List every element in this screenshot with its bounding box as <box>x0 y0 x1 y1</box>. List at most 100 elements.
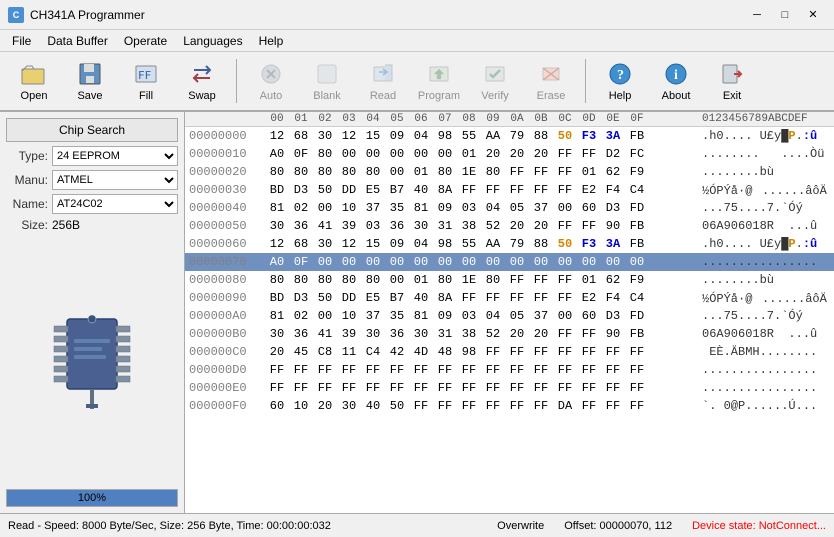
hex-byte-value[interactable]: 35 <box>385 201 409 215</box>
hex-byte-value[interactable]: FF <box>529 345 553 359</box>
hex-byte-value[interactable]: FF <box>313 363 337 377</box>
hex-byte-value[interactable]: 00 <box>433 255 457 269</box>
open-button[interactable]: Open <box>8 56 60 106</box>
hex-byte-value[interactable]: 30 <box>409 219 433 233</box>
hex-byte-value[interactable]: 79 <box>505 237 529 251</box>
hex-byte-value[interactable]: 00 <box>337 147 361 161</box>
hex-byte-value[interactable]: 03 <box>361 219 385 233</box>
hex-row[interactable]: 000000408102001037358109030405370060D3FD… <box>185 199 834 217</box>
hex-byte-value[interactable]: 09 <box>433 309 457 323</box>
hex-byte-value[interactable]: E5 <box>361 291 385 305</box>
hex-byte-value[interactable]: FF <box>553 165 577 179</box>
hex-byte-value[interactable]: 00 <box>457 255 481 269</box>
hex-byte-value[interactable]: FF <box>577 363 601 377</box>
hex-byte-value[interactable]: 68 <box>289 237 313 251</box>
hex-byte-value[interactable]: 90 <box>601 327 625 341</box>
hex-byte-value[interactable]: 30 <box>265 327 289 341</box>
hex-byte-value[interactable]: FF <box>481 399 505 413</box>
hex-row[interactable]: 000000E0FFFFFFFFFFFFFFFFFFFFFFFFFFFFFFFF… <box>185 379 834 397</box>
hex-byte-value[interactable]: 00 <box>553 309 577 323</box>
hex-byte-value[interactable]: FF <box>433 363 457 377</box>
hex-byte-value[interactable]: 38 <box>457 219 481 233</box>
hex-byte-value[interactable]: FD <box>625 201 649 215</box>
hex-byte-value[interactable]: 40 <box>409 291 433 305</box>
hex-byte-value[interactable]: 80 <box>313 273 337 287</box>
hex-byte-value[interactable]: FF <box>577 399 601 413</box>
hex-row[interactable]: 00000060126830121509049855AA798850F33AFB… <box>185 235 834 253</box>
hex-byte-value[interactable]: FF <box>361 363 385 377</box>
hex-byte-value[interactable]: FF <box>505 183 529 197</box>
hex-byte-value[interactable]: 36 <box>385 327 409 341</box>
hex-byte-value[interactable]: 02 <box>289 201 313 215</box>
hex-byte-value[interactable]: FF <box>577 345 601 359</box>
hex-row[interactable]: 00000090BDD350DDE5B7408AFFFFFFFFFFE2F4C4… <box>185 289 834 307</box>
hex-byte-value[interactable]: FF <box>409 399 433 413</box>
hex-byte-value[interactable]: FF <box>409 381 433 395</box>
hex-byte-value[interactable]: 09 <box>385 237 409 251</box>
save-button[interactable]: Save <box>64 56 116 106</box>
hex-byte-value[interactable]: 80 <box>337 273 361 287</box>
hex-byte-value[interactable]: F3 <box>577 237 601 251</box>
hex-byte-value[interactable]: FF <box>553 327 577 341</box>
hex-byte-value[interactable]: C8 <box>313 345 337 359</box>
hex-byte-value[interactable]: 40 <box>361 399 385 413</box>
hex-byte-value[interactable]: 52 <box>481 219 505 233</box>
hex-byte-value[interactable]: 04 <box>481 201 505 215</box>
hex-byte-value[interactable]: 02 <box>289 309 313 323</box>
blank-button[interactable]: Blank <box>301 56 353 106</box>
hex-byte-value[interactable]: FF <box>553 381 577 395</box>
hex-byte-value[interactable]: FF <box>529 273 553 287</box>
hex-byte-value[interactable]: 39 <box>337 219 361 233</box>
hex-byte-value[interactable]: 50 <box>313 291 337 305</box>
hex-byte-value[interactable]: 80 <box>481 273 505 287</box>
hex-byte-value[interactable]: FB <box>625 129 649 143</box>
hex-byte-value[interactable]: 4D <box>409 345 433 359</box>
hex-byte-value[interactable]: 81 <box>409 309 433 323</box>
hex-row[interactable]: 00000070A00F0000000000000000000000000000… <box>185 253 834 271</box>
hex-byte-value[interactable]: 10 <box>337 201 361 215</box>
hex-byte-value[interactable]: FF <box>337 363 361 377</box>
hex-byte-value[interactable]: F4 <box>601 183 625 197</box>
hex-byte-value[interactable]: A0 <box>265 255 289 269</box>
hex-byte-value[interactable]: FF <box>457 381 481 395</box>
hex-byte-value[interactable]: 81 <box>265 201 289 215</box>
hex-byte-value[interactable]: B7 <box>385 291 409 305</box>
hex-byte-value[interactable]: FF <box>505 381 529 395</box>
hex-byte-value[interactable]: FF <box>313 381 337 395</box>
hex-byte-value[interactable]: 62 <box>601 165 625 179</box>
hex-byte-value[interactable]: 00 <box>337 255 361 269</box>
hex-byte-value[interactable]: DA <box>553 399 577 413</box>
hex-byte-value[interactable]: FF <box>625 399 649 413</box>
hex-byte-value[interactable]: 00 <box>313 201 337 215</box>
hex-byte-value[interactable]: 79 <box>505 129 529 143</box>
hex-byte-value[interactable]: FF <box>505 273 529 287</box>
hex-byte-value[interactable]: 80 <box>433 165 457 179</box>
hex-byte-value[interactable]: FF <box>601 381 625 395</box>
hex-byte-value[interactable]: 00 <box>361 255 385 269</box>
hex-byte-value[interactable]: 36 <box>289 327 313 341</box>
hex-row[interactable]: 000000A08102001037358109030405370060D3FD… <box>185 307 834 325</box>
hex-byte-value[interactable]: 12 <box>265 129 289 143</box>
hex-byte-value[interactable]: 03 <box>457 309 481 323</box>
hex-byte-value[interactable]: 98 <box>457 345 481 359</box>
hex-byte-value[interactable]: 60 <box>577 309 601 323</box>
hex-byte-value[interactable]: FF <box>625 363 649 377</box>
hex-view[interactable]: 000102030405060708090A0B0C0D0E0F 0123456… <box>185 112 834 513</box>
hex-byte-value[interactable]: 00 <box>625 255 649 269</box>
hex-byte-value[interactable]: 30 <box>361 327 385 341</box>
hex-byte-value[interactable]: 8A <box>433 183 457 197</box>
hex-byte-value[interactable]: 04 <box>409 129 433 143</box>
hex-byte-value[interactable]: D3 <box>601 201 625 215</box>
hex-byte-value[interactable]: FF <box>505 291 529 305</box>
hex-byte-value[interactable]: 62 <box>601 273 625 287</box>
hex-row[interactable]: 00000000126830121509049855AA798850F33AFB… <box>185 127 834 145</box>
hex-byte-value[interactable]: 30 <box>313 237 337 251</box>
hex-byte-value[interactable]: C4 <box>625 291 649 305</box>
hex-byte-value[interactable]: 20 <box>529 147 553 161</box>
hex-byte-value[interactable]: 52 <box>481 327 505 341</box>
hex-byte-value[interactable]: 15 <box>361 129 385 143</box>
hex-byte-value[interactable]: 04 <box>409 237 433 251</box>
name-select[interactable]: AT24C02 <box>52 194 178 214</box>
hex-byte-value[interactable]: 50 <box>385 399 409 413</box>
hex-byte-value[interactable]: FF <box>529 363 553 377</box>
